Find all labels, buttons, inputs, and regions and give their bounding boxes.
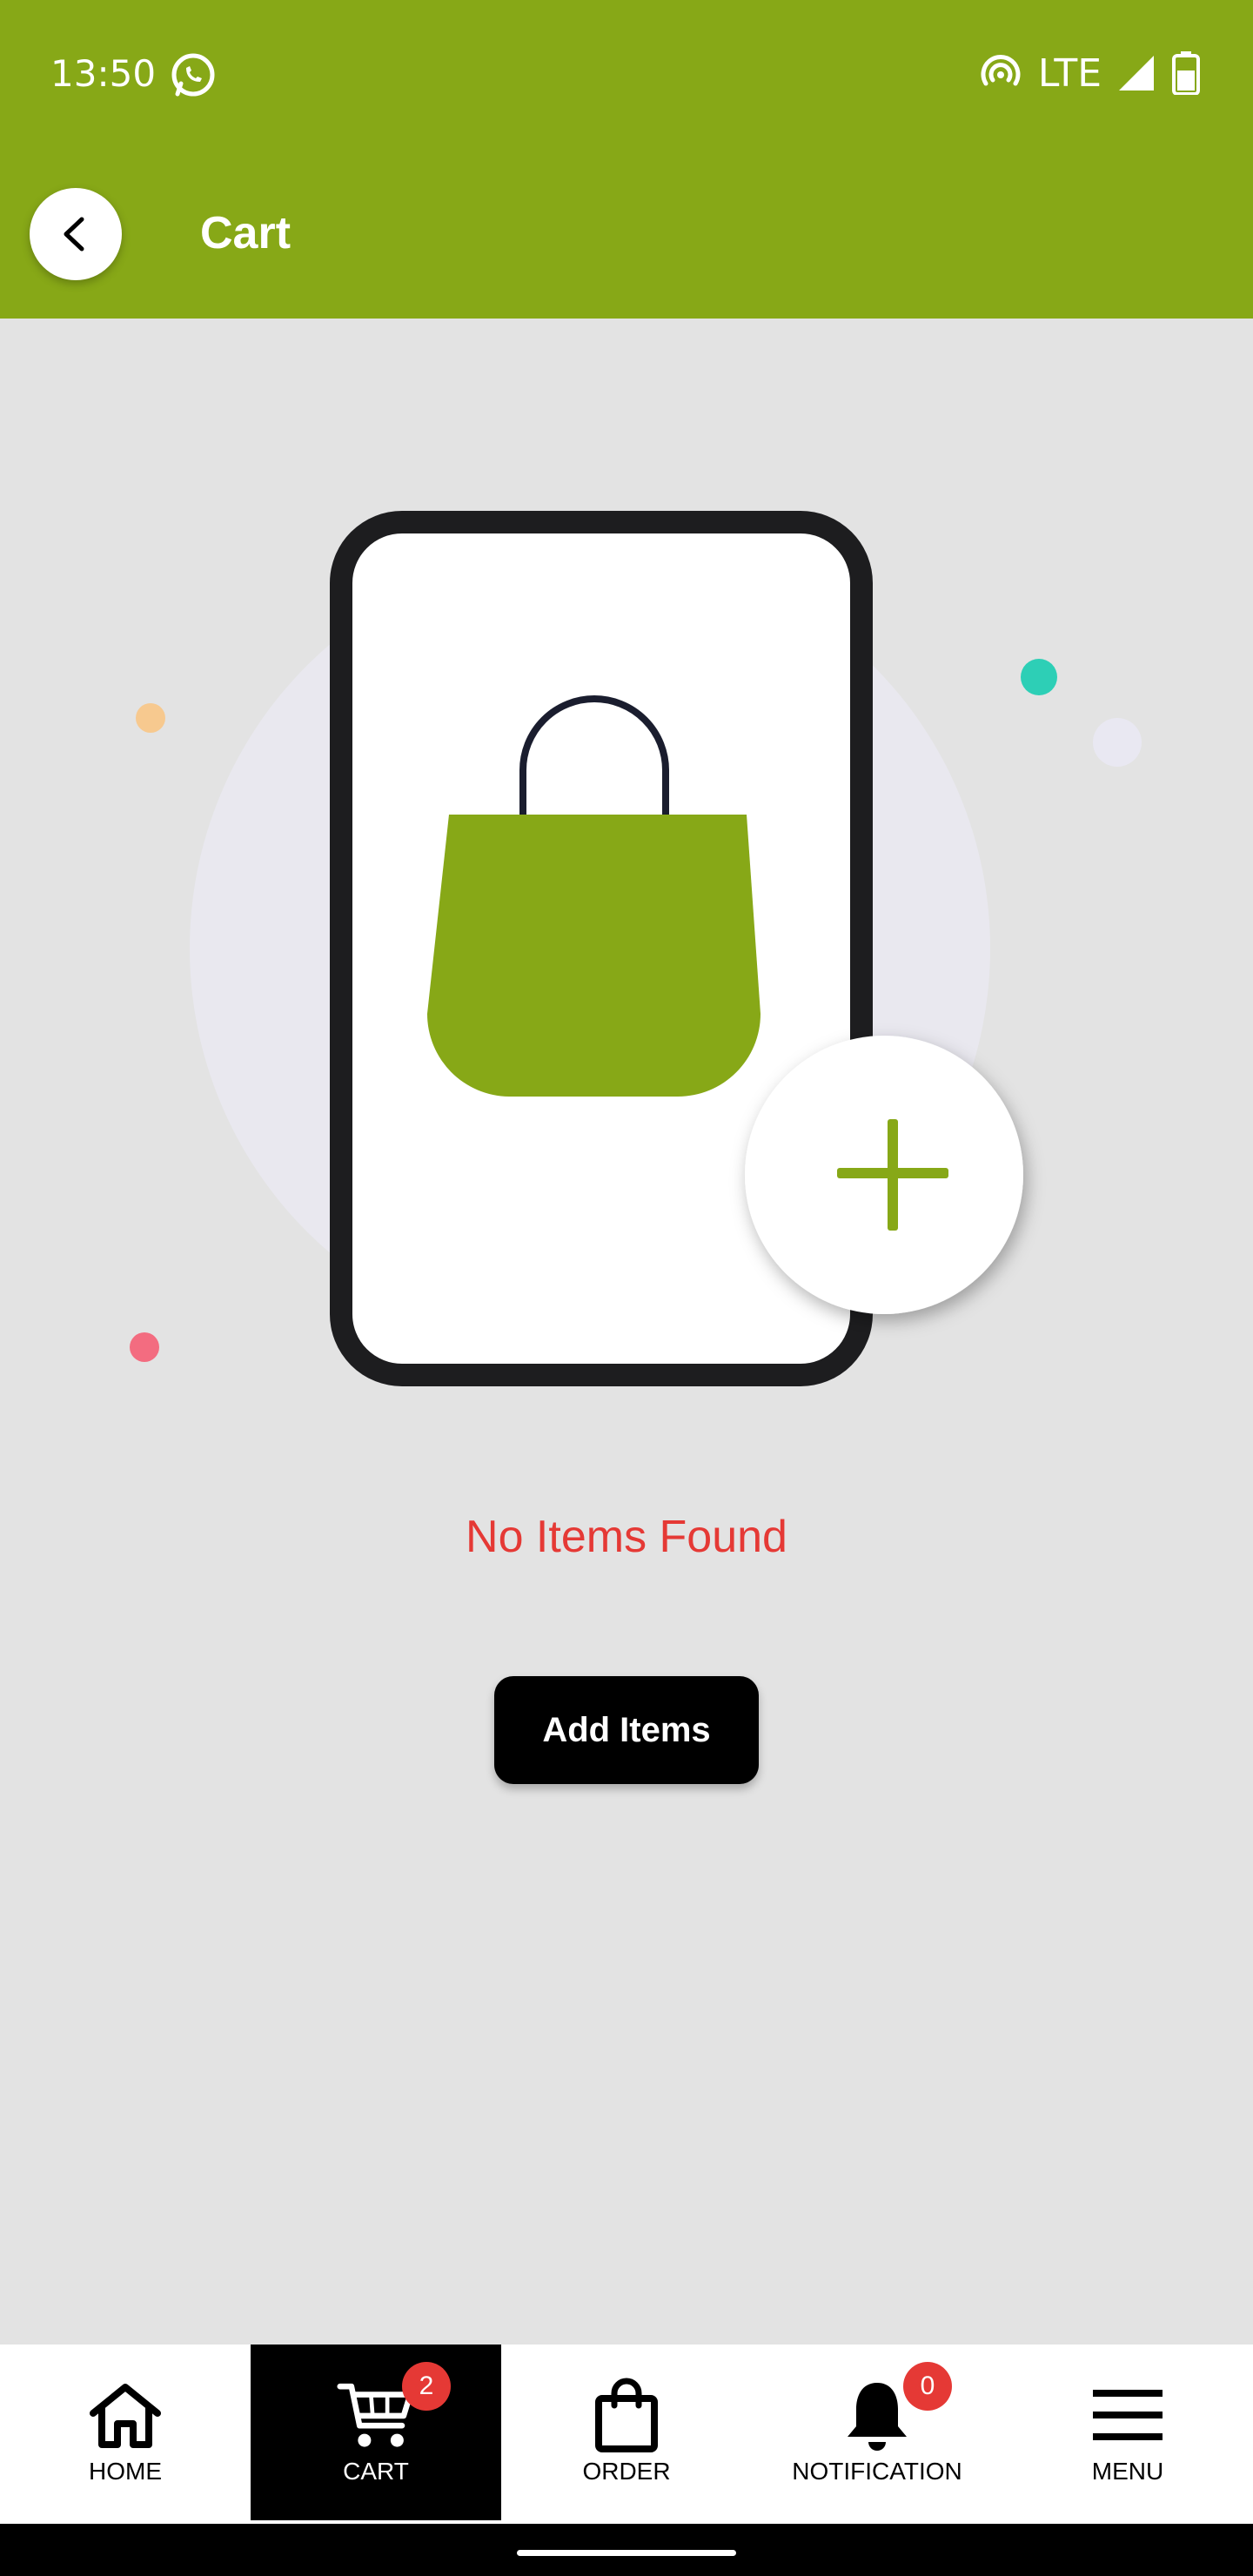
nav-notification-label: NOTIFICATION xyxy=(792,2458,962,2485)
battery-icon xyxy=(1172,51,1200,95)
decor-dot-pink xyxy=(130,1332,159,1362)
nav-menu[interactable]: MENU xyxy=(1002,2345,1253,2524)
notification-count-badge: 0 xyxy=(903,2362,952,2411)
app-bar: Cart xyxy=(0,146,1253,319)
back-button[interactable] xyxy=(30,188,122,280)
empty-state-message: No Items Found xyxy=(466,1512,787,1562)
nav-home[interactable]: HOME xyxy=(0,2345,251,2524)
menu-icon xyxy=(1093,2390,1163,2440)
nav-menu-label: MENU xyxy=(1091,2458,1164,2485)
empty-cart-illustration xyxy=(130,511,1142,1386)
chevron-left-icon xyxy=(64,217,84,252)
bell-icon xyxy=(848,2383,907,2451)
home-gesture-handle[interactable] xyxy=(517,2550,736,2556)
status-icons: LTE xyxy=(979,49,1201,97)
nav-order[interactable]: ORDER xyxy=(501,2345,752,2524)
nav-cart[interactable]: CART 2 xyxy=(251,2345,501,2520)
cart-count-badge: 2 xyxy=(402,2362,451,2411)
home-icon xyxy=(90,2384,161,2448)
network-type: LTE xyxy=(1037,50,1102,96)
signal-icon xyxy=(1119,56,1154,91)
hotspot-icon xyxy=(981,55,1021,86)
whatsapp-icon xyxy=(171,53,215,97)
nav-notification[interactable]: NOTIFICATION 0 xyxy=(752,2345,1002,2524)
nav-order-label: ORDER xyxy=(582,2458,671,2485)
status-time: 13:50 xyxy=(50,52,157,95)
page-title: Cart xyxy=(200,208,291,258)
nav-home-label: HOME xyxy=(89,2458,162,2485)
decor-dot-teal xyxy=(1021,659,1057,695)
nav-cart-label: CART xyxy=(343,2458,409,2485)
decor-dot-lilac xyxy=(1093,718,1142,767)
gesture-bar xyxy=(0,2524,1253,2576)
decor-dot-orange xyxy=(136,703,165,733)
add-items-button[interactable]: Add Items xyxy=(494,1676,759,1784)
bottom-nav: HOME CART 2 ORDER NOTIFICATION 0 MENU xyxy=(0,2345,1253,2524)
shopping-bag-icon xyxy=(595,2378,658,2452)
status-bar: 13:50 LTE xyxy=(0,0,1253,146)
